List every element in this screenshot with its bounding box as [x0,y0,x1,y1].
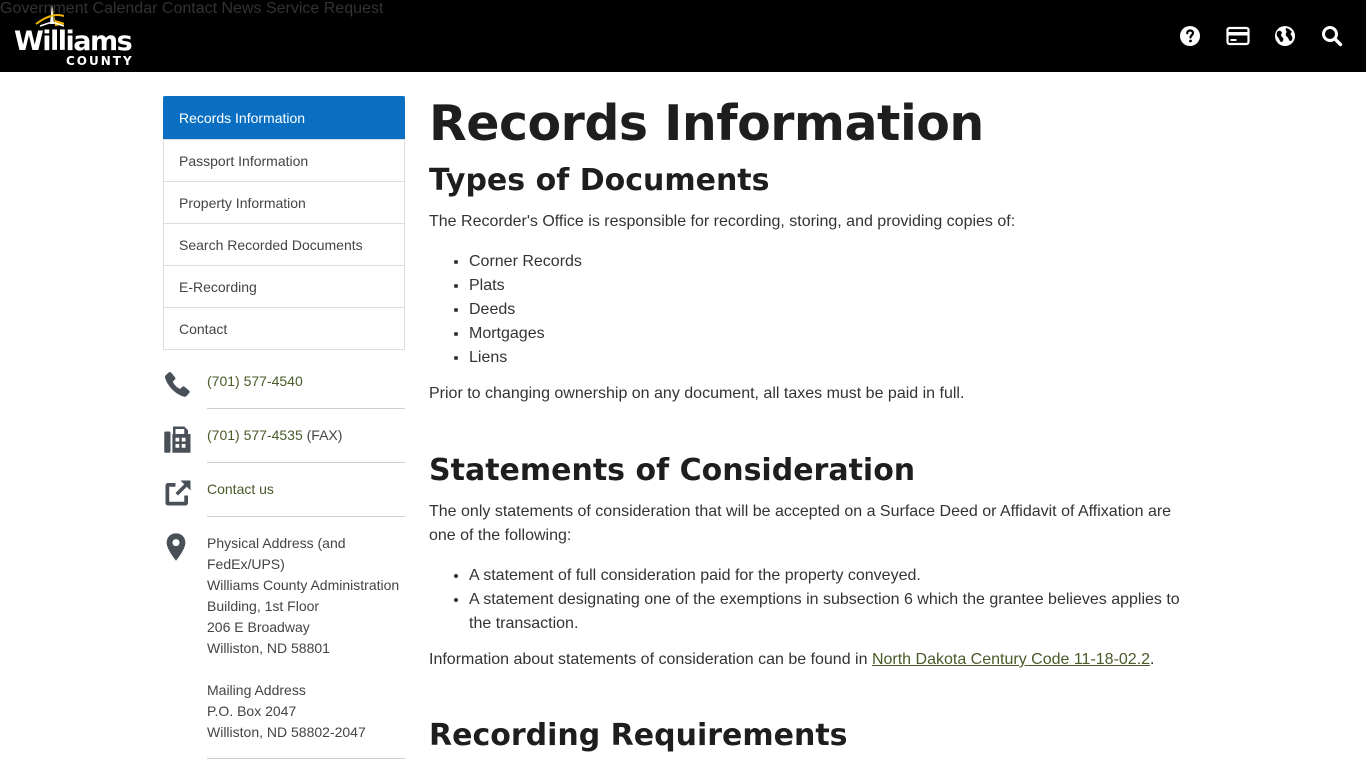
subnav-contact[interactable]: Contact [164,307,404,349]
logo-wordmark: Williams [14,26,133,57]
fax-icon [164,426,191,453]
address-line: Williston, ND 58801 [207,640,330,656]
williams-county-logo[interactable]: Williams COUNTY [14,4,133,68]
statements-info: Information about statements of consider… [429,648,1189,672]
divider [207,516,405,517]
address-block: Physical Address (and FedEx/UPS) William… [207,533,405,743]
subnav-search-recorded-documents[interactable]: Search Recorded Documents [164,223,404,265]
address-line: Williams County Administration [207,577,400,593]
ndcc-link[interactable]: North Dakota Century Code 11-18-02.2 [872,651,1150,668]
address-line: Physical Address (and [207,535,346,551]
fax-row: (701) 577-4535 (FAX) [163,422,405,464]
info-text: Information about statements of consider… [429,651,872,668]
map-marker-icon [166,533,186,561]
types-heading: Types of Documents [429,163,770,198]
address-line: Building, 1st Floor [207,598,320,614]
address-line: Mailing Address [207,682,306,698]
help-icon[interactable] [1178,24,1202,48]
contact-us-link[interactable]: Contact us [207,481,274,497]
list-item: Mortgages [469,322,1189,346]
document-types-list: Corner Records Plats Deeds Mortgages Lie… [469,250,1189,370]
subnav-records-information[interactable]: Records Information [163,96,405,139]
address-row: Physical Address (and FedEx/UPS) William… [163,530,405,762]
list-item: Plats [469,274,1189,298]
info-period: . [1150,651,1155,668]
list-item: Deeds [469,298,1189,322]
fax-link[interactable]: (701) 577-4535 [207,427,303,443]
address-spacer [207,659,405,680]
divider [207,758,405,759]
nav-contact[interactable]: Contact [162,0,217,17]
types-intro: The Recorder's Office is responsible for… [429,213,1016,230]
requirements-heading: Recording Requirements [429,718,848,753]
globe-icon[interactable] [1273,24,1297,48]
nav-news[interactable]: News [221,0,261,17]
fax-label: (FAX) [302,427,343,443]
address-line: 206 E Broadway [207,619,310,635]
contact-us-row: Contact us [163,476,405,518]
list-item: A statement designating one of the exemp… [469,588,1189,636]
statements-list: A statement of full consideration paid f… [469,564,1189,636]
address-line: FedEx/UPS) [207,556,285,572]
site-header: Williams COUNTY Government Calendar Cont… [0,0,1366,72]
phone-row: (701) 577-4540 [163,368,405,410]
subnav-property-information[interactable]: Property Information [164,181,404,223]
address-line: P.O. Box 2047 [207,703,297,719]
logo-county-text: COUNTY [66,54,134,68]
taxes-note: Prior to changing ownership on any docum… [429,385,965,402]
divider [207,408,405,409]
subnav-e-recording[interactable]: E-Recording [164,265,404,307]
section-subnav: Records Information Passport Information… [163,96,405,350]
list-item: Liens [469,346,1189,370]
statements-intro: The only statements of consideration tha… [429,503,1172,544]
search-icon[interactable] [1320,24,1344,48]
payment-card-icon[interactable] [1226,24,1250,48]
page-title: Records Information [429,95,984,152]
subnav-passport-information[interactable]: Passport Information [164,139,404,181]
list-item: A statement of full consideration paid f… [469,564,1189,588]
phone-icon [164,372,190,397]
divider [207,462,405,463]
nav-service-request[interactable]: Service Request [266,0,383,17]
address-line: Williston, ND 58802-2047 [207,724,366,740]
statements-heading: Statements of Consideration [429,453,916,488]
list-item: Corner Records [469,250,1189,274]
external-link-icon [165,480,191,506]
phone-link[interactable]: (701) 577-4540 [207,373,303,389]
